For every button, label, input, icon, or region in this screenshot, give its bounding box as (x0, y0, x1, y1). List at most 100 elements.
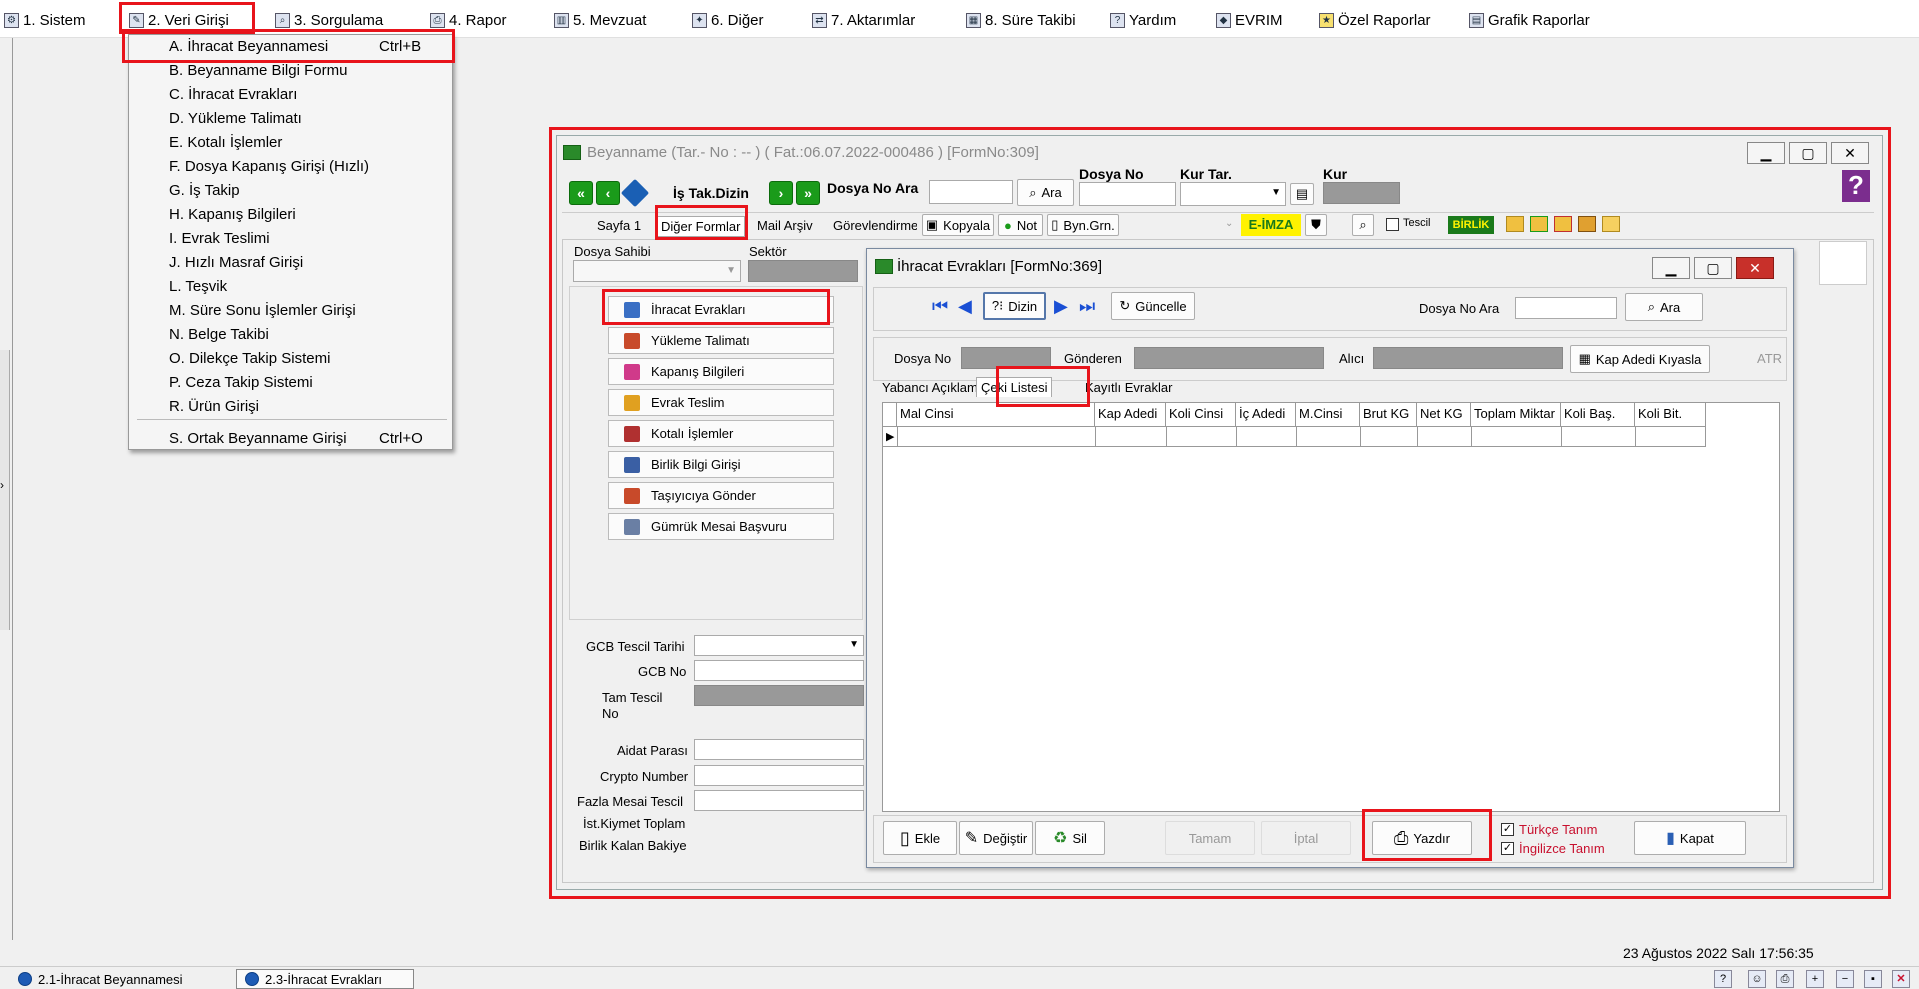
menu-item-belge-takibi[interactable]: N. Belge Takibi (169, 323, 449, 345)
menu-diger[interactable]: ✦ 6. Diğer (692, 9, 764, 31)
crypto-number-input[interactable] (694, 765, 864, 786)
fazla-mesai-tescil-input[interactable] (694, 790, 864, 811)
last-record-button[interactable]: » (796, 181, 820, 205)
kap-adedi-kiyasla-button[interactable]: ▦ Kap Adedi Kıyasla (1570, 345, 1710, 373)
menu-evrim[interactable]: ◆ EVRIM (1216, 9, 1283, 31)
minimize-button[interactable]: ▁ (1747, 142, 1785, 164)
shield-button[interactable]: ⛊ (1305, 214, 1327, 236)
dosya-no-ara-input[interactable] (1515, 297, 1617, 319)
tab-diger-formlar[interactable]: Diğer Formlar (656, 216, 746, 237)
save-icon[interactable]: ▪ (1864, 970, 1882, 988)
tab-sayfa-1[interactable]: Sayfa 1 (597, 218, 641, 233)
task-ihracat-evraklari[interactable]: 2.3-İhracat Evrakları (236, 969, 414, 989)
tab-yabanci-aciklama[interactable]: Yabancı Açıklama (882, 380, 985, 395)
last-record-icon[interactable]: ⏭ (1079, 296, 1095, 317)
info-icon[interactable] (620, 178, 650, 208)
first-record-button[interactable]: « (569, 181, 593, 205)
degistir-button[interactable]: ✎ Değiştir (959, 821, 1033, 855)
menu-item-kapanis-bilgileri[interactable]: H. Kapanış Bilgileri (169, 203, 449, 225)
ara-button[interactable]: ⌕ Ara (1625, 293, 1703, 321)
close-icon[interactable]: ✕ (1892, 970, 1910, 988)
menu-item-dilekce-takip[interactable]: O. Dilekçe Takip Sistemi (169, 347, 449, 369)
tab-gorevlendirme[interactable]: Görevlendirme (833, 218, 917, 233)
chevron-down-icon[interactable]: ⌄ (1225, 218, 1233, 229)
e-imza-button[interactable]: E-İMZA (1241, 214, 1301, 236)
ekle-button[interactable]: ▯ Ekle (883, 821, 957, 855)
zoom-out-icon[interactable]: − (1836, 970, 1854, 988)
col-net-kg[interactable]: Net KG (1417, 403, 1471, 426)
maximize-button[interactable]: ▢ (1789, 142, 1827, 164)
iptal-button[interactable]: İptal (1261, 821, 1351, 855)
dosya-no-ara-input[interactable] (929, 180, 1013, 204)
birlik-button[interactable]: BİRLİK (1448, 216, 1494, 234)
col-koli-bit[interactable]: Koli Bit. (1635, 403, 1706, 426)
turkce-tanim-checkbox[interactable]: ✓ (1501, 823, 1514, 836)
menu-rapor[interactable]: ⎙ 4. Rapor (430, 9, 507, 31)
zoom-in-icon[interactable]: + (1806, 970, 1824, 988)
menu-item-ihracat-beyannamesi[interactable]: A. İhracat Beyannamesi Ctrl+B (169, 35, 449, 57)
guncelle-button[interactable]: ↻ Güncelle (1111, 292, 1195, 320)
dizin-button[interactable]: ?⁝ Dizin (983, 292, 1046, 320)
menu-sistem[interactable]: ⚙ 1. Sistem (4, 9, 86, 31)
first-record-icon[interactable]: ⏮ (932, 296, 948, 317)
menu-sorgulama[interactable]: ⌕ 3. Sorgulama (275, 9, 383, 31)
menu-aktarimlar[interactable]: ⇄ 7. Aktarımlar (812, 9, 915, 31)
atr-label[interactable]: ATR (1757, 351, 1782, 366)
birlik-bilgi-girisi-button[interactable]: Birlik Bilgi Girişi (608, 451, 834, 478)
dosya-sahibi-select[interactable]: ▼ (573, 260, 741, 282)
folder-tools-icon[interactable] (1578, 216, 1596, 232)
close-button[interactable]: ✕ (1736, 257, 1774, 279)
users-icon[interactable]: ☺ (1748, 970, 1766, 988)
ihracat-evraklari-button[interactable]: İhracat Evrakları (608, 296, 834, 323)
col-mal-cinsi[interactable]: Mal Cinsi (897, 403, 1095, 426)
menu-item-beyanname-bilgi-formu[interactable]: B. Beyanname Bilgi Formu (169, 59, 449, 81)
menu-item-sure-sonu-islemler[interactable]: M. Süre Sonu İşlemler Girişi (169, 299, 449, 321)
tab-mail-arsiv[interactable]: Mail Arşiv (757, 218, 813, 233)
tescil-checkbox[interactable] (1386, 218, 1399, 231)
tasiyiciya-gonder-button[interactable]: Taşıyıcıya Gönder (608, 482, 834, 509)
next-record-button[interactable]: › (769, 181, 793, 205)
menu-item-evrak-teslimi[interactable]: I. Evrak Teslimi (169, 227, 449, 249)
menu-item-hizli-masraf-girisi[interactable]: J. Hızlı Masraf Girişi (169, 251, 449, 273)
folder-open-icon[interactable] (1602, 216, 1620, 232)
kur-tar-select[interactable]: ▼ (1180, 182, 1286, 206)
yukleme-talimati-button[interactable]: Yükleme Talimatı (608, 327, 834, 354)
menu-item-ortak-beyanname[interactable]: S. Ortak Beyanname Girişi Ctrl+O (169, 427, 449, 449)
menu-item-dosya-kapanis-girisi[interactable]: F. Dosya Kapanış Girişi (Hızlı) (169, 155, 449, 177)
folder-up-icon[interactable] (1530, 216, 1548, 232)
close-button[interactable]: ✕ (1831, 142, 1869, 164)
col-ic-adedi[interactable]: İç Adedi (1236, 403, 1296, 426)
ingilizce-tanim-checkbox[interactable]: ✓ (1501, 842, 1514, 855)
zoom-button[interactable]: ⌕ (1352, 214, 1374, 236)
menu-item-kotali-islemler[interactable]: E. Kotalı İşlemler (169, 131, 449, 153)
is-tak-dizin-label[interactable]: İş Tak.Dizin (673, 185, 749, 201)
col-koli-bas[interactable]: Koli Baş. (1561, 403, 1635, 426)
dosya-no-input[interactable] (1079, 182, 1176, 206)
not-button[interactable]: ● Not (998, 214, 1043, 236)
kapanis-bilgileri-button[interactable]: Kapanış Bilgileri (608, 358, 834, 385)
menu-veri-girisi[interactable]: ✎ 2. Veri Girişi (129, 9, 229, 31)
tab-kayitli-evraklar[interactable]: Kayıtlı Evraklar (1085, 380, 1172, 395)
calendar-button[interactable]: ▤ (1290, 183, 1314, 205)
menu-item-urun-girisi[interactable]: R. Ürün Girişi (169, 395, 449, 417)
col-brut-kg[interactable]: Brut KG (1360, 403, 1417, 426)
menu-ozel-raporlar[interactable]: ★ Özel Raporlar (1319, 9, 1431, 31)
menu-sure-takibi[interactable]: ▦ 8. Süre Takibi (966, 9, 1076, 31)
kopyala-button[interactable]: ▣ Kopyala (922, 214, 994, 236)
next-record-icon[interactable]: ▶ (1054, 296, 1068, 317)
col-toplam-miktar[interactable]: Toplam Miktar (1471, 403, 1561, 426)
yazdir-button[interactable]: ⎙ Yazdır (1372, 821, 1472, 855)
maximize-button[interactable]: ▢ (1694, 257, 1732, 279)
task-ihracat-beyannamesi[interactable]: 2.1-İhracat Beyannamesi (10, 969, 208, 989)
aidat-parasi-input[interactable] (694, 739, 864, 760)
menu-item-ceza-takip[interactable]: P. Ceza Takip Sistemi (169, 371, 449, 393)
col-kap-adedi[interactable]: Kap Adedi (1095, 403, 1166, 426)
evrak-teslim-button[interactable]: Evrak Teslim (608, 389, 834, 416)
table-row[interactable]: ▶ (883, 426, 1706, 447)
gcb-tescil-tarihi-select[interactable]: ▼ (694, 635, 864, 656)
printer-icon[interactable]: ⎙ (1776, 970, 1794, 988)
menu-mevzuat[interactable]: ▥ 5. Mevzuat (554, 9, 646, 31)
col-koli-cinsi[interactable]: Koli Cinsi (1166, 403, 1236, 426)
ara-button[interactable]: ⌕ Ara (1017, 179, 1074, 206)
kotali-islemler-button[interactable]: Kotalı İşlemler (608, 420, 834, 447)
